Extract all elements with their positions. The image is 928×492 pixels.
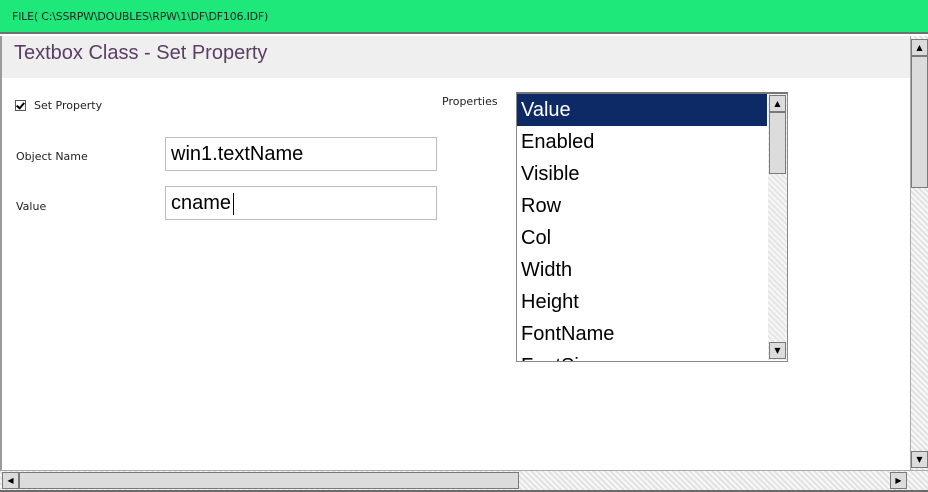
- form-header: Textbox Class - Set Property: [2, 36, 910, 78]
- property-list-item[interactable]: Enabled: [517, 126, 767, 158]
- value-label: Value: [16, 200, 47, 213]
- scroll-down-arrow-icon[interactable]: ▼: [769, 342, 786, 359]
- scroll-down-arrow-icon[interactable]: ▼: [911, 451, 928, 468]
- property-list-item[interactable]: FontSize: [517, 350, 767, 361]
- properties-label: Properties: [442, 95, 498, 108]
- file-path-text: FILE( C:\SSRPW\DOUBLES\RPW\1\DF\DF106.ID…: [12, 10, 269, 23]
- form-panel: Textbox Class - Set Property Set Propert…: [0, 36, 910, 470]
- object-name-label: Object Name: [16, 150, 88, 163]
- property-list-item[interactable]: Visible: [517, 158, 767, 190]
- property-list-item[interactable]: Height: [517, 286, 767, 318]
- page-title: Textbox Class - Set Property: [14, 42, 268, 64]
- properties-scrollbar-thumb[interactable]: [769, 112, 786, 174]
- property-list-item[interactable]: Value: [517, 94, 767, 126]
- property-list-item[interactable]: Col: [517, 222, 767, 254]
- file-path-bar: FILE( C:\SSRPW\DOUBLES\RPW\1\DF\DF106.ID…: [0, 0, 928, 34]
- properties-listbox[interactable]: Value Enabled Visible Row Col Width Height Font…: [516, 92, 788, 362]
- scroll-left-arrow-icon[interactable]: ◀: [2, 472, 19, 489]
- scroll-right-arrow-icon[interactable]: ▶: [890, 472, 907, 489]
- property-list-item[interactable]: Width: [517, 254, 767, 286]
- value-text: cname: [171, 192, 232, 214]
- object-name-input[interactable]: win1.textName: [165, 137, 437, 171]
- properties-scrollbar[interactable]: ▲ ▼: [768, 94, 787, 360]
- property-list-item[interactable]: Row: [517, 190, 767, 222]
- set-property-checkbox[interactable]: [15, 100, 26, 111]
- property-list-item[interactable]: FontName: [517, 318, 767, 350]
- text-caret: [233, 192, 235, 215]
- main-vertical-scrollbar[interactable]: ▲ ▼: [910, 36, 928, 470]
- properties-list-items: Value Enabled Visible Row Col Width Height Font…: [517, 94, 767, 361]
- object-name-value: win1.textName: [171, 143, 304, 165]
- value-input[interactable]: cname: [165, 186, 437, 220]
- set-property-label: Set Property: [34, 99, 103, 112]
- main-vertical-scrollbar-thumb[interactable]: [911, 56, 928, 188]
- main-horizontal-scrollbar[interactable]: ◀ ▶: [0, 470, 928, 490]
- scroll-up-arrow-icon[interactable]: ▲: [911, 39, 928, 56]
- scroll-up-arrow-icon[interactable]: ▲: [769, 95, 786, 112]
- main-horizontal-scrollbar-thumb[interactable]: [19, 472, 519, 489]
